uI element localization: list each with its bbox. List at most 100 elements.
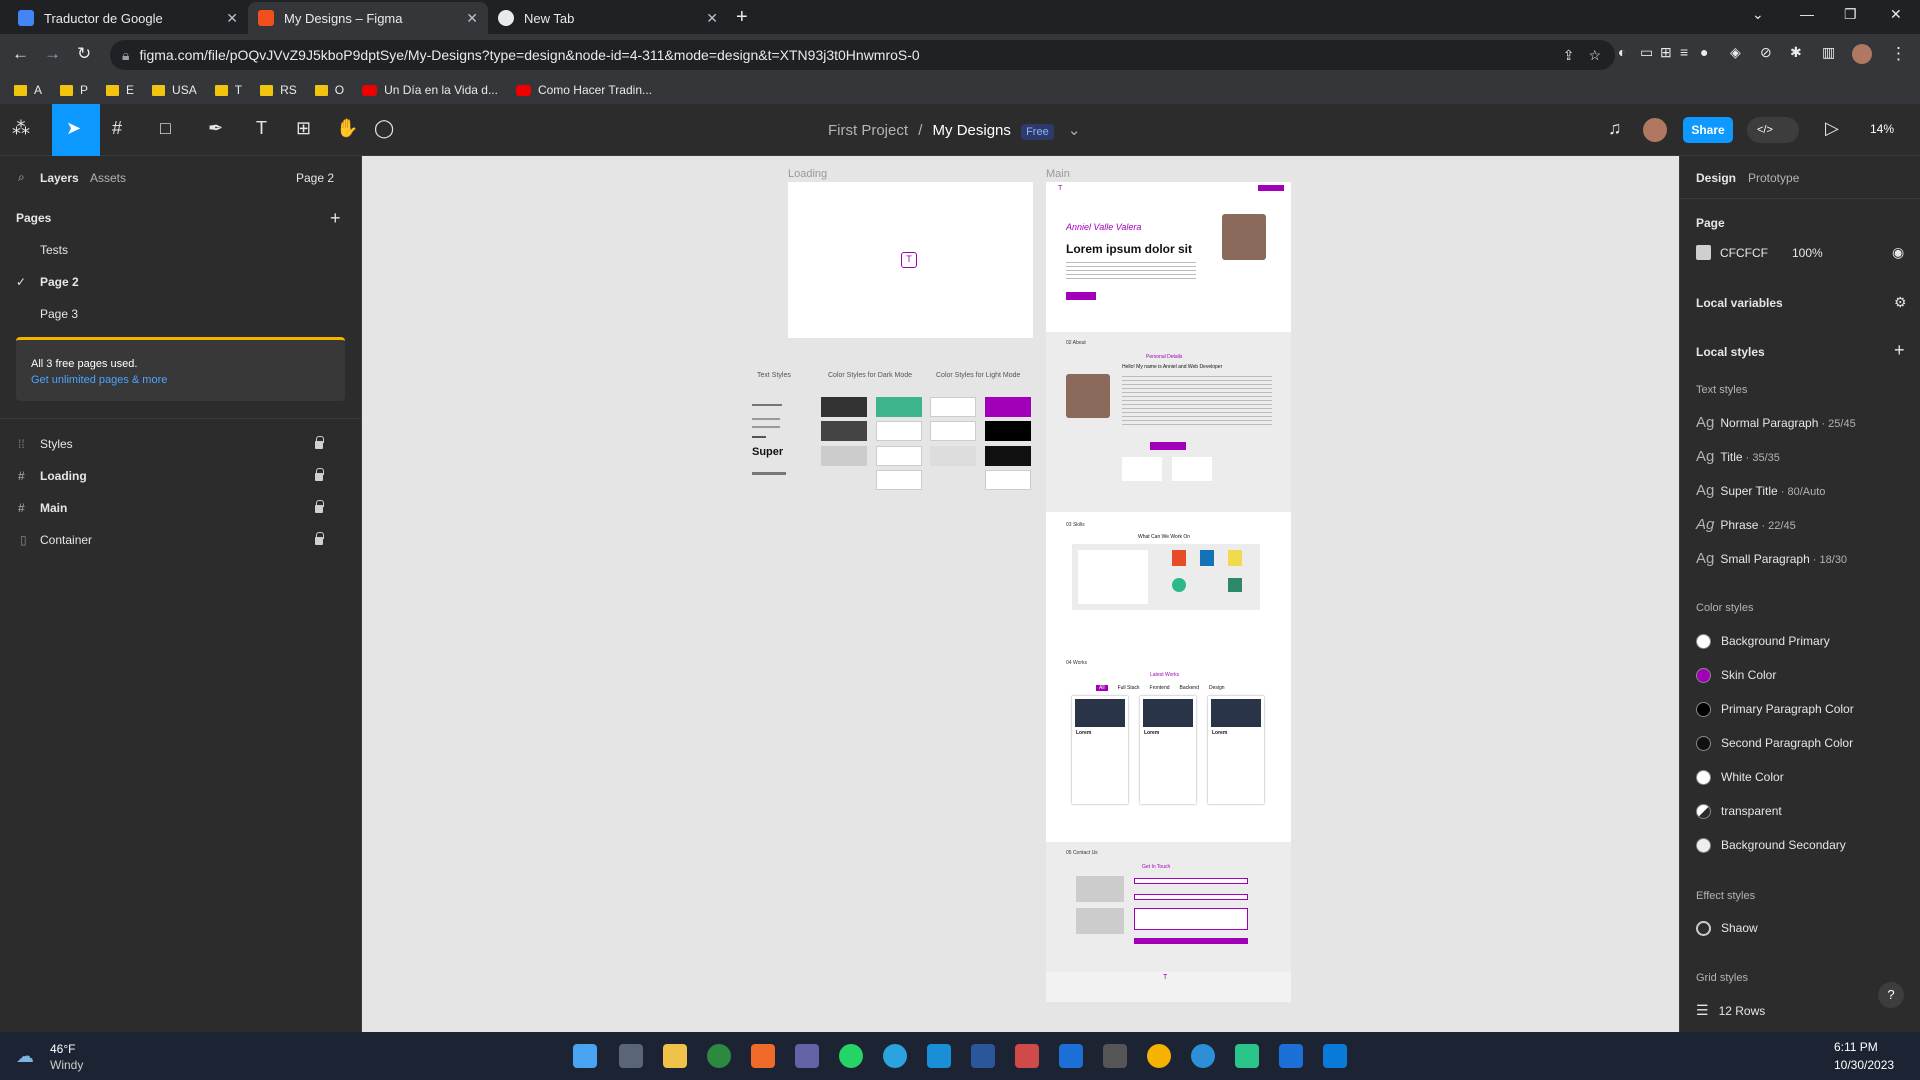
menu-kebab-icon[interactable]: ⋮	[1890, 44, 1907, 64]
color-swatch[interactable]	[930, 397, 976, 417]
bookmark-link[interactable]: Un Día en la Vida d...	[362, 83, 498, 97]
upgrade-link[interactable]: Get unlimited pages & more	[31, 372, 330, 388]
tab-new[interactable]: New Tab ✕	[488, 2, 728, 34]
bookmark-folder[interactable]: E	[106, 83, 134, 97]
works-tab[interactable]: Design	[1209, 685, 1225, 691]
search-icon[interactable]: ⌕	[18, 170, 25, 185]
close-icon[interactable]: ✕	[466, 10, 478, 27]
windows-start-icon[interactable]	[573, 1044, 597, 1068]
clock-date[interactable]: 10/30/2023	[1834, 1058, 1894, 1072]
project-name[interactable]: First Project	[828, 122, 908, 139]
vscode-icon[interactable]	[1323, 1044, 1347, 1068]
bookmark-link[interactable]: Como Hacer Tradin...	[515, 83, 652, 97]
share-button[interactable]: Share	[1683, 117, 1733, 143]
add-style-plus-icon[interactable]: +	[1894, 340, 1905, 361]
page-opacity-value[interactable]: 100%	[1792, 246, 1823, 260]
layer-item[interactable]: Styles	[40, 437, 73, 451]
eye-icon[interactable]: ◉	[1892, 244, 1904, 261]
lock-icon[interactable]	[315, 500, 324, 513]
present-play-icon[interactable]: ▷	[1825, 118, 1839, 139]
back-arrow-icon[interactable]: ←	[12, 44, 29, 64]
text-style-item[interactable]: Ag Phrase · 22/45	[1696, 516, 1796, 533]
weather-desc[interactable]: Windy	[50, 1058, 83, 1072]
works-tab[interactable]: All	[1096, 685, 1108, 691]
pycharm-icon[interactable]	[1235, 1044, 1259, 1068]
design-canvas[interactable]: Loading T Text Styles Color Styles for D…	[362, 156, 1679, 1032]
lock-icon[interactable]	[315, 468, 324, 481]
grid-style-item[interactable]: ☰ 12 Rows	[1696, 1002, 1765, 1019]
tab-prototype[interactable]: Prototype	[1748, 171, 1799, 185]
dev-mode-toggle[interactable]: </>	[1747, 117, 1799, 143]
bookmark-folder[interactable]: O	[314, 83, 344, 97]
headphones-icon[interactable]: ♫	[1608, 118, 1622, 139]
minimize-icon[interactable]: —	[1800, 6, 1814, 22]
chrome-icon[interactable]	[707, 1044, 731, 1068]
resources-icon[interactable]: ⊞	[296, 118, 311, 139]
lock-icon[interactable]	[315, 532, 324, 545]
close-icon[interactable]: ✕	[226, 10, 238, 27]
close-icon[interactable]: ✕	[706, 10, 718, 27]
move-tool-button[interactable]: ➤	[52, 104, 100, 156]
layer-item[interactable]: Loading	[40, 469, 87, 483]
bookmark-star-icon[interactable]: ☆	[1588, 47, 1601, 64]
color-swatch[interactable]	[821, 397, 867, 417]
weather-temp[interactable]: 46°F	[50, 1042, 75, 1056]
tab-layers[interactable]: Layers	[40, 171, 79, 185]
profile-avatar[interactable]: ◐	[1618, 44, 1626, 60]
text-style-item[interactable]: Ag Normal Paragraph · 25/45	[1696, 414, 1856, 431]
color-swatch[interactable]	[930, 421, 976, 441]
tab-translator[interactable]: Traductor de Google ✕	[8, 2, 248, 34]
window-close-icon[interactable]: ✕	[1890, 6, 1902, 23]
address-bar[interactable]: 🔒︎ figma.com/file/pOQvJVvZ9J5kboP9dptSye…	[110, 40, 1615, 70]
color-swatch[interactable]	[930, 446, 976, 466]
avatar[interactable]	[1643, 118, 1667, 142]
bookmark-folder[interactable]: P	[60, 83, 88, 97]
color-swatch[interactable]	[876, 421, 922, 441]
word-icon[interactable]	[971, 1044, 995, 1068]
color-style-item[interactable]: transparent	[1696, 804, 1782, 820]
color-swatch[interactable]	[876, 470, 922, 490]
telegram-icon[interactable]	[883, 1044, 907, 1068]
translate-icon[interactable]: ⊞	[1660, 44, 1672, 61]
figma-menu-icon[interactable]: ⁂	[12, 118, 30, 139]
share-page-icon[interactable]: ⇪	[1563, 47, 1575, 64]
tab-assets[interactable]: Assets	[90, 171, 126, 185]
install-app-icon[interactable]: ▭	[1640, 44, 1653, 61]
help-icon[interactable]: ?	[1878, 982, 1904, 1008]
rectangle-tool-icon[interactable]: □	[160, 118, 171, 139]
app-icon[interactable]	[1279, 1044, 1303, 1068]
color-swatch[interactable]	[821, 446, 867, 466]
new-tab-plus-icon[interactable]: +	[736, 6, 748, 29]
tab-design[interactable]: Design	[1696, 171, 1736, 185]
page-color-value[interactable]: CFCFCF	[1720, 246, 1768, 260]
works-tab[interactable]: Frontend	[1150, 685, 1170, 691]
page-item[interactable]: Page 3	[40, 307, 78, 321]
main-frame[interactable]: T Anniel Valle Valera Lorem ipsum dolor …	[1046, 182, 1291, 1002]
color-swatch[interactable]	[985, 421, 1031, 441]
text-style-item[interactable]: Ag Super Title · 80/Auto	[1696, 482, 1825, 499]
color-swatch[interactable]	[985, 397, 1031, 417]
color-swatch[interactable]	[985, 446, 1031, 466]
font-app-icon[interactable]	[1059, 1044, 1083, 1068]
works-tab[interactable]: Backend	[1180, 685, 1199, 691]
color-style-item[interactable]: White Color	[1696, 770, 1784, 786]
puzzle-icon[interactable]: ✱	[1790, 44, 1802, 61]
profile-avatar[interactable]	[1852, 44, 1872, 64]
layer-item[interactable]: Main	[40, 501, 67, 515]
layer-item[interactable]: Container	[40, 533, 92, 547]
color-swatch[interactable]	[821, 421, 867, 441]
chevron-down-icon[interactable]: ⌄	[1068, 122, 1081, 139]
loading-frame[interactable]: T	[788, 182, 1033, 338]
frame-tool-icon[interactable]: #	[112, 118, 122, 139]
effect-style-item[interactable]: Shaow	[1696, 921, 1758, 937]
tab-search-chevron-icon[interactable]: ⌄	[1752, 6, 1764, 23]
pen-tool-icon[interactable]: ✒	[208, 118, 223, 139]
extension-icon-2[interactable]: ●	[1700, 44, 1708, 60]
variables-settings-icon[interactable]: ⚙	[1894, 294, 1907, 311]
docker-icon[interactable]	[1191, 1044, 1215, 1068]
app-icon[interactable]	[1103, 1044, 1127, 1068]
teams-icon[interactable]	[795, 1044, 819, 1068]
text-style-item[interactable]: Ag Small Paragraph · 18/30	[1696, 550, 1847, 567]
restore-icon[interactable]: ❐	[1844, 6, 1857, 23]
lock-icon[interactable]	[315, 436, 324, 449]
